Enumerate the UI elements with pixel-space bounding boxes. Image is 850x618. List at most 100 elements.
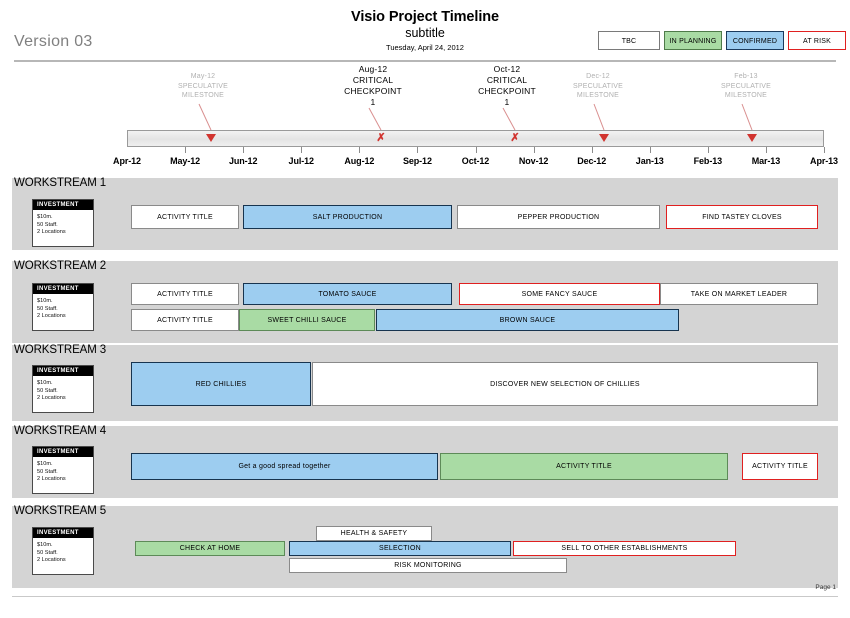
- investment-body: $10m. 50 Staff. 2 Locations: [33, 294, 93, 324]
- activity-bar[interactable]: TOMATO SAUCE: [243, 283, 452, 305]
- page-header: Version 03 Visio Project Timeline subtit…: [0, 0, 850, 62]
- workstream-band: WORKSTREAM 2 INVESTMENT $10m. 50 Staff. 2 Lo…: [12, 260, 838, 343]
- legend-item-conf[interactable]: CONFIRMED: [726, 31, 784, 50]
- activity-bar[interactable]: SALT PRODUCTION: [243, 205, 452, 229]
- activity-bar[interactable]: FIND TASTEY CLOVES: [666, 205, 818, 229]
- footer-divider: [12, 596, 838, 597]
- activity-bar[interactable]: ACTIVITY TITLE: [131, 205, 239, 229]
- milestone-marker-cross: ✗: [376, 132, 386, 144]
- investment-line: 2 Locations: [37, 313, 66, 320]
- investment-line: 50 Staff.: [37, 221, 58, 228]
- activity-bar[interactable]: DISCOVER NEW SELECTION OF CHILLIES: [312, 362, 818, 406]
- timeline-axis: ✗ ✗ Apr-12 May-12 Jun-12 Jul-12 Aug-12 Sep-12 O…: [0, 128, 850, 174]
- page-title: Visio Project Timeline: [351, 9, 499, 25]
- investment-line: 2 Locations: [37, 476, 66, 483]
- investment-box: INVESTMENT $10m. 50 Staff. 2 Locations: [32, 283, 94, 331]
- activity-bar[interactable]: SELECTION: [289, 541, 511, 556]
- milestone-marker-triangle: [206, 134, 216, 142]
- month-label: Apr-13: [810, 156, 838, 166]
- workstream-band: WORKSTREAM 3 INVESTMENT $10m. 50 Staff. 2 Lo…: [12, 344, 838, 421]
- activity-bar[interactable]: SWEET CHILLI SAUCE: [239, 309, 375, 331]
- investment-line: $10m.: [37, 461, 53, 467]
- workstream-title: WORKSTREAM 3: [14, 344, 107, 356]
- timeline-tick: [824, 147, 825, 153]
- investment-line: 50 Staff.: [37, 387, 58, 394]
- month-label: Dec-12: [577, 156, 607, 166]
- activity-bar[interactable]: SOME FANCY SAUCE: [459, 283, 660, 305]
- timeline-bar: [127, 130, 824, 147]
- milestone-marker-triangle: [599, 134, 609, 142]
- activity-bar[interactable]: HEALTH & SAFETY: [316, 526, 432, 541]
- workstream-band: WORKSTREAM 5 INVESTMENT $10m. 50 Staff. 2 Lo…: [12, 505, 838, 588]
- month-label: Aug-12: [344, 156, 375, 166]
- activity-bar[interactable]: CHECK AT HOME: [135, 541, 285, 556]
- investment-line: 50 Staff.: [37, 305, 58, 312]
- month-label: Jan-13: [635, 156, 664, 166]
- legend-item-tbc[interactable]: TBC: [598, 31, 660, 50]
- investment-heading: INVESTMENT: [33, 528, 93, 538]
- activity-bar[interactable]: ACTIVITY TITLE: [742, 453, 818, 480]
- investment-body: $10m. 50 Staff. 2 Locations: [33, 376, 93, 406]
- milestone-labels: May-12 SPECULATIVE MILESTONE Aug-12 CRITICAL…: [0, 64, 850, 131]
- month-label: Jul-12: [288, 156, 315, 166]
- activity-bar[interactable]: PEPPER PRODUCTION: [457, 205, 660, 229]
- timeline-tick: [765, 147, 767, 153]
- header-divider: [14, 60, 836, 62]
- investment-line: 50 Staff.: [37, 468, 58, 475]
- page-subtitle: subtitle: [405, 26, 445, 40]
- investment-box: INVESTMENT $10m. 50 Staff. 2 Locations: [32, 199, 94, 247]
- title-block: Visio Project Timeline subtitle Tuesday,…: [275, 9, 575, 53]
- timeline-tick: [649, 147, 651, 153]
- timeline-tick: [533, 147, 535, 153]
- milestone-marker-triangle: [747, 134, 757, 142]
- investment-box: INVESTMENT $10m. 50 Staff. 2 Locations: [32, 527, 94, 575]
- activity-bar[interactable]: RED CHILLIES: [131, 362, 311, 406]
- month-label: May-12: [170, 156, 201, 166]
- timeline-tick: [185, 147, 187, 153]
- timeline-tick: [417, 147, 419, 153]
- workstream-title: WORKSTREAM 4: [14, 425, 107, 437]
- milestone-leader-line: [0, 64, 850, 131]
- activity-bar[interactable]: ACTIVITY TITLE: [131, 283, 239, 305]
- investment-body: $10m. 50 Staff. 2 Locations: [33, 538, 93, 568]
- workstream-band: WORKSTREAM 4 INVESTMENT $10m. 50 Staff. 2 Lo…: [12, 425, 838, 498]
- investment-line: 2 Locations: [37, 395, 66, 402]
- workstream-title: WORKSTREAM 1: [14, 177, 107, 189]
- timeline-tick: [359, 147, 361, 153]
- month-label: Sep-12: [402, 156, 432, 166]
- version-label: Version 03: [14, 33, 93, 50]
- activity-bar[interactable]: ACTIVITY TITLE: [440, 453, 728, 480]
- activity-bar[interactable]: Get a good spread together: [131, 453, 438, 480]
- timeline-tick: [707, 147, 709, 153]
- activity-bar[interactable]: RISK MONITORING: [289, 558, 567, 573]
- workstream-title: WORKSTREAM 2: [14, 260, 107, 272]
- month-label: Apr-12: [113, 156, 141, 166]
- investment-heading: INVESTMENT: [33, 200, 93, 210]
- investment-line: 2 Locations: [37, 229, 66, 236]
- milestone-marker-cross: ✗: [510, 132, 520, 144]
- activity-bar[interactable]: ACTIVITY TITLE: [131, 309, 239, 331]
- activity-bar[interactable]: SELL TO OTHER ESTABLISHMENTS: [513, 541, 736, 556]
- page-number: Page 1: [815, 584, 836, 591]
- month-label: Feb-13: [693, 156, 723, 166]
- month-labels: Apr-12 May-12 Jun-12 Jul-12 Aug-12 Sep-12 Oct-…: [0, 156, 850, 172]
- month-label: Nov-12: [518, 156, 549, 166]
- investment-line: $10m.: [37, 380, 53, 386]
- timeline-tick: [243, 147, 245, 153]
- page-date: Tuesday, April 24, 2012: [386, 43, 464, 52]
- investment-line: 2 Locations: [37, 557, 66, 564]
- investment-box: INVESTMENT $10m. 50 Staff. 2 Locations: [32, 365, 94, 413]
- timeline-tick: [475, 147, 477, 153]
- investment-box: INVESTMENT $10m. 50 Staff. 2 Locations: [32, 446, 94, 494]
- activity-bar[interactable]: BROWN SAUCE: [376, 309, 679, 331]
- investment-line: $10m.: [37, 542, 53, 548]
- workstream-title: WORKSTREAM 5: [14, 505, 107, 517]
- legend-item-plan[interactable]: IN PLANNING: [664, 31, 722, 50]
- investment-line: 50 Staff.: [37, 549, 58, 556]
- investment-heading: INVESTMENT: [33, 447, 93, 457]
- status-legend: TBC IN PLANNING CONFIRMED AT RISK: [598, 31, 846, 50]
- timeline-tick: [591, 147, 593, 153]
- legend-item-risk[interactable]: AT RISK: [788, 31, 846, 50]
- activity-bar[interactable]: TAKE ON MARKET LEADER: [660, 283, 818, 305]
- investment-body: $10m. 50 Staff. 2 Locations: [33, 457, 93, 487]
